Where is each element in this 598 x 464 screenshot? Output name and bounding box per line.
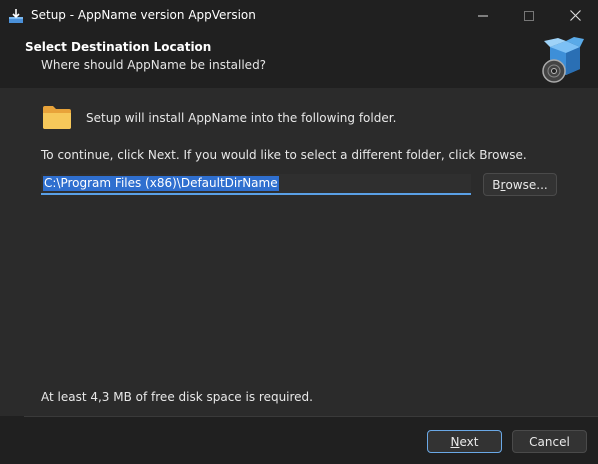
browse-button-label-post: owse... xyxy=(505,177,548,192)
wizard-content: Setup will install AppName into the foll… xyxy=(0,88,598,416)
next-button[interactable]: Next xyxy=(427,430,502,453)
page-subtitle: Where should AppName be installed? xyxy=(41,58,267,72)
page-title: Select Destination Location xyxy=(25,40,212,54)
close-icon xyxy=(569,10,581,21)
browse-button-label-pre: B xyxy=(492,177,501,192)
destination-path-input[interactable]: C:\Program Files (x86)\DefaultDirName xyxy=(41,174,471,195)
folder-icon xyxy=(42,104,72,130)
cancel-button-label: Cancel xyxy=(529,434,570,449)
continue-message: To continue, click Next. If you would li… xyxy=(41,148,527,162)
install-message: Setup will install AppName into the foll… xyxy=(86,111,397,125)
maximize-button[interactable] xyxy=(506,0,552,31)
maximize-icon xyxy=(524,10,534,21)
window-title: Setup - AppName version AppVersion xyxy=(31,8,256,22)
cancel-button[interactable]: Cancel xyxy=(512,430,587,453)
next-button-accelerator: N xyxy=(450,434,460,449)
next-button-label: ext xyxy=(459,434,479,449)
title-bar: Setup - AppName version AppVersion xyxy=(0,0,598,31)
close-button[interactable] xyxy=(552,0,598,31)
wizard-header: Select Destination Location Where should… xyxy=(0,31,598,88)
browse-button[interactable]: Br owse... xyxy=(483,173,557,196)
disk-space-message: At least 4,3 MB of free disk space is re… xyxy=(41,390,313,404)
minimize-icon xyxy=(478,11,488,21)
destination-path-value: C:\Program Files (x86)\DefaultDirName xyxy=(43,176,279,191)
setup-installer-icon xyxy=(8,8,24,24)
minimize-button[interactable] xyxy=(460,0,506,31)
setup-box-disc-icon xyxy=(540,37,584,85)
wizard-footer: Next Cancel xyxy=(0,417,598,464)
